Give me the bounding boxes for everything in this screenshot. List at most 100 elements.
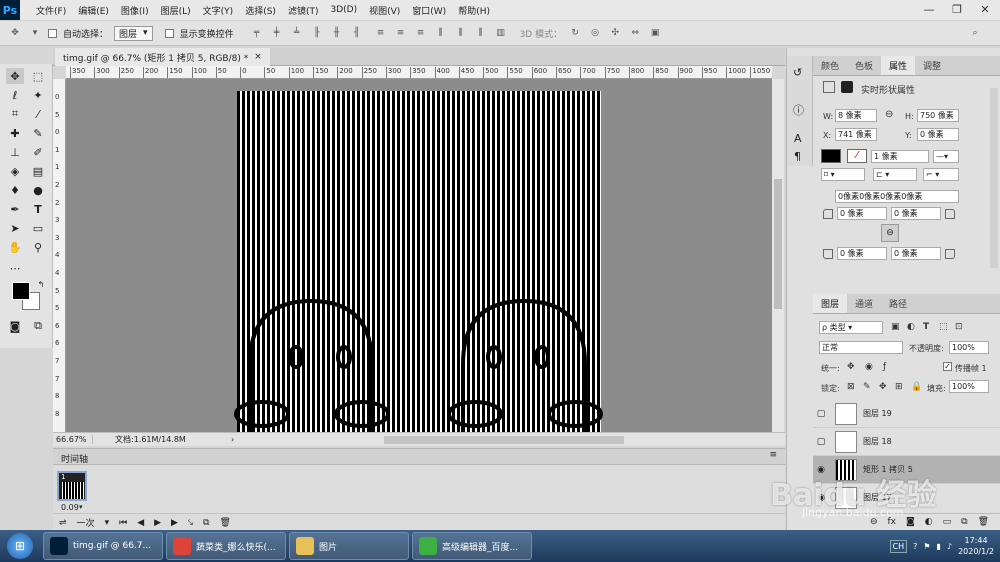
stroke-type-dropdown[interactable]: —▾	[933, 150, 959, 163]
cap-dropdown[interactable]: ⊏ ▾	[873, 168, 917, 181]
link-layers-icon[interactable]: ⊖	[870, 517, 878, 527]
unify-visibility-icon[interactable]: ◉	[865, 362, 873, 372]
pen-tool-icon[interactable]: ✒	[6, 201, 24, 217]
adjustment-layer-icon[interactable]: ◐	[925, 517, 933, 527]
fill-field[interactable]: 100%	[949, 380, 989, 393]
propagate-frame-checkbox[interactable]: ✓	[943, 362, 952, 371]
move-tool-icon[interactable]: ✥	[6, 68, 24, 84]
loop-option[interactable]: 一次	[77, 516, 95, 529]
filter-smart-icon[interactable]: ⊡	[955, 322, 963, 332]
play-icon[interactable]: ▶	[154, 518, 161, 528]
align-bottom-icon[interactable]: ╧	[290, 27, 304, 39]
menu-file[interactable]: 文件(F)	[30, 4, 72, 17]
close-icon[interactable]: ✕	[972, 0, 998, 18]
quick-mask-icon[interactable]: ◙	[6, 318, 24, 334]
zoom-level[interactable]: 66.67%	[53, 435, 93, 444]
layer-row[interactable]: ◉ 矩形 1 拷贝 5	[813, 456, 1000, 484]
vertical-scrollbar[interactable]	[772, 79, 784, 432]
align-left-icon[interactable]: ╟	[310, 27, 324, 39]
lock-transparent-icon[interactable]: ⊠	[847, 382, 855, 392]
3d-roll-icon[interactable]: ◎	[588, 27, 602, 39]
layer-row[interactable]: ▢ 图层 18	[813, 428, 1000, 456]
clock-time[interactable]: 17:44	[958, 535, 994, 546]
layer-row[interactable]: ◉ 图层 17	[813, 484, 1000, 510]
menu-window[interactable]: 窗口(W)	[406, 4, 452, 17]
corner-tl-field[interactable]: 0 像素	[837, 207, 887, 220]
distribute-right-icon[interactable]: ⫼	[474, 27, 488, 39]
duplicate-frame-icon[interactable]: ⧉	[203, 518, 209, 528]
horizontal-scroll-thumb[interactable]	[384, 435, 625, 444]
lock-artboard-icon[interactable]: ⊞	[895, 382, 903, 392]
eraser-icon[interactable]: ◈	[6, 163, 24, 179]
y-field[interactable]: 0 像素	[917, 128, 959, 141]
first-frame-icon[interactable]: ⏮	[119, 518, 127, 528]
link-icon[interactable]: ⊖	[885, 109, 893, 120]
lock-pixels-icon[interactable]: ✎	[863, 382, 871, 392]
properties-scrollbar[interactable]	[990, 88, 998, 268]
menu-filter[interactable]: 滤镜(T)	[282, 4, 325, 17]
filter-pixel-icon[interactable]: ▣	[891, 322, 900, 332]
tab-properties[interactable]: 属性	[881, 56, 916, 75]
distribute-bottom-icon[interactable]: ≡	[414, 27, 428, 39]
distribute-vcenter-icon[interactable]: ≡	[394, 27, 408, 39]
corner-bl-field[interactable]: 0 像素	[837, 247, 887, 260]
align-hcenter-icon[interactable]: ╫	[330, 27, 344, 39]
auto-select-checkbox[interactable]	[48, 28, 57, 38]
menu-layer[interactable]: 图层(L)	[155, 4, 197, 17]
auto-select-dropdown[interactable]: 图层 ▾	[114, 25, 153, 41]
menu-3d[interactable]: 3D(D)	[324, 5, 363, 15]
move-tool-icon[interactable]: ✥	[8, 27, 22, 39]
mask-properties-icon[interactable]	[841, 81, 853, 93]
lock-all-icon[interactable]: 🔒	[911, 382, 922, 392]
distribute-left-icon[interactable]: ⫼	[434, 27, 448, 39]
flag-icon[interactable]: ⚑	[923, 542, 930, 551]
stroke-color-swatch[interactable]: ⁄	[847, 149, 867, 163]
menu-select[interactable]: 选择(S)	[239, 4, 282, 17]
lasso-tool-icon[interactable]: ℓ	[6, 87, 24, 103]
menu-view[interactable]: 视图(V)	[363, 4, 406, 17]
eyedropper-icon[interactable]: ⁄	[29, 106, 47, 122]
filter-adjust-icon[interactable]: ◐	[907, 322, 915, 332]
distribute-top-icon[interactable]: ≡	[374, 27, 388, 39]
eye-icon[interactable]: ◉	[813, 465, 829, 475]
swap-colors-icon[interactable]: ↰	[32, 276, 50, 292]
corner-tr-field[interactable]: 0 像素	[891, 207, 941, 220]
animation-frame-1[interactable]: 1	[57, 471, 87, 501]
minimize-icon[interactable]: —	[916, 0, 942, 18]
add-mask-icon[interactable]: ◙	[906, 517, 915, 527]
tab-color[interactable]: 颜色	[813, 56, 847, 75]
distribute-hcenter-icon[interactable]: ⫼	[454, 27, 468, 39]
x-field[interactable]: 741 像素	[835, 128, 877, 141]
visibility-off-box[interactable]: ▢	[813, 409, 829, 419]
delete-layer-icon[interactable]: 🗑	[978, 517, 989, 527]
hand-tool-icon[interactable]: ✋	[6, 239, 24, 255]
close-icon[interactable]: ×	[254, 52, 262, 62]
blur-tool-icon[interactable]: ♦	[6, 182, 24, 198]
unify-style-icon[interactable]: ƒ	[883, 362, 886, 372]
eye-icon[interactable]: ◉	[813, 493, 829, 503]
next-frame-icon[interactable]: ▶	[171, 518, 178, 528]
volume-icon[interactable]: ♪	[947, 542, 952, 551]
canvas-area[interactable]	[66, 79, 772, 432]
paragraph-icon[interactable]: ¶	[794, 150, 801, 163]
join-dropdown[interactable]: ⌐ ▾	[923, 168, 959, 181]
magic-wand-icon[interactable]: ✦	[29, 87, 47, 103]
history-brush-icon[interactable]: ✐	[29, 144, 47, 160]
taskbar-item[interactable]: timg.gif @ 66.7...	[43, 532, 163, 560]
tab-layers[interactable]: 图层	[813, 294, 848, 313]
dodge-tool-icon[interactable]: ●	[29, 182, 47, 198]
link-corners-icon[interactable]: ⊖	[881, 224, 899, 242]
frame-delay[interactable]: 0.09	[61, 503, 79, 512]
new-layer-icon[interactable]: ⧉	[961, 517, 967, 527]
3d-scale-icon[interactable]: ▣	[648, 27, 662, 39]
auto-align-icon[interactable]: ▥	[494, 27, 508, 39]
language-indicator[interactable]: CH	[889, 539, 908, 553]
align-vcenter-icon[interactable]: ╪	[270, 27, 284, 39]
delete-frame-icon[interactable]: 🗑	[219, 518, 230, 528]
unify-position-icon[interactable]: ✥	[847, 362, 855, 372]
tab-channels[interactable]: 通道	[847, 294, 881, 313]
chevron-right-icon[interactable]: ›	[231, 435, 234, 444]
menu-image[interactable]: 图像(I)	[115, 4, 155, 17]
tab-adjustments[interactable]: 调整	[915, 56, 949, 75]
filter-type-icon[interactable]: T	[923, 322, 929, 332]
